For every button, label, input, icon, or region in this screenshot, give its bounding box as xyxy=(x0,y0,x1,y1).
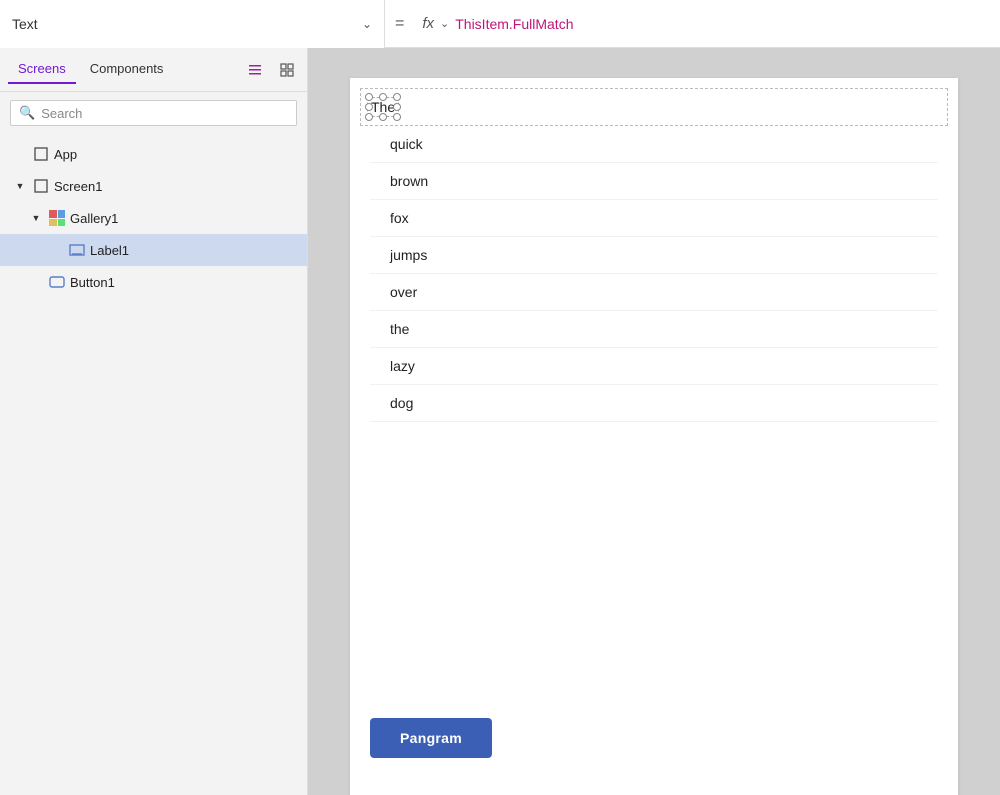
list-item: quick xyxy=(370,126,938,163)
gallery1-expand-icon: ▼ xyxy=(28,213,44,223)
formula-text: ThisItem.FullMatch xyxy=(455,16,573,32)
handle-ml[interactable] xyxy=(365,103,373,111)
tree-label-screen1: Screen1 xyxy=(54,179,102,194)
sidebar: Screens Components xyxy=(0,48,308,795)
top-bar: Text ⌄ = fx ⌄ ThisItem.FullMatch xyxy=(0,0,1000,48)
property-label: Text xyxy=(12,16,362,32)
list-item: jumps xyxy=(370,237,938,274)
grid-view-icon[interactable] xyxy=(275,58,299,82)
gallery-list: quick brown fox jumps over the lazy dog xyxy=(350,126,958,422)
list-view-icon[interactable] xyxy=(243,58,267,82)
first-gallery-item: The xyxy=(360,88,948,126)
tree: App ▼ Screen1 ▼ Gallery1 xyxy=(0,134,307,795)
screen1-icon xyxy=(32,177,50,195)
main-area: Screens Components xyxy=(0,48,1000,795)
property-dropdown[interactable]: Text ⌄ xyxy=(0,0,385,48)
label1-icon xyxy=(68,241,86,259)
tree-label-label1: Label1 xyxy=(90,243,129,258)
gallery1-icon xyxy=(48,209,66,227)
fx-chevron-icon: ⌄ xyxy=(440,17,449,30)
fx-icon: fx xyxy=(422,15,434,32)
screen1-expand-icon: ▼ xyxy=(12,181,28,191)
list-item: dog xyxy=(370,385,938,422)
list-item: over xyxy=(370,274,938,311)
tree-label-gallery1: Gallery1 xyxy=(70,211,118,226)
handle-tl[interactable] xyxy=(365,93,373,101)
formula-bar: fx ⌄ ThisItem.FullMatch xyxy=(414,15,1000,32)
selected-label-wrapper: The xyxy=(371,99,395,115)
search-input[interactable] xyxy=(41,106,288,121)
list-item: lazy xyxy=(370,348,938,385)
tree-item-label1[interactable]: Label1 xyxy=(0,234,307,266)
tab-icon-group xyxy=(243,58,299,82)
dropdown-arrow-icon: ⌄ xyxy=(362,17,372,31)
button1-icon xyxy=(48,273,66,291)
list-item: brown xyxy=(370,163,938,200)
canvas-frame: The quick brown fox xyxy=(350,78,958,795)
list-item: the xyxy=(370,311,938,348)
tab-components[interactable]: Components xyxy=(80,55,174,84)
pangram-button[interactable]: Pangram xyxy=(370,718,492,758)
equals-sign: = xyxy=(385,15,414,33)
tree-item-app[interactable]: App xyxy=(0,138,307,170)
tree-item-screen1[interactable]: ▼ Screen1 xyxy=(0,170,307,202)
search-icon: 🔍 xyxy=(19,105,35,121)
canvas-area: The quick brown fox xyxy=(308,48,1000,795)
tree-item-button1[interactable]: Button1 xyxy=(0,266,307,298)
handle-br[interactable] xyxy=(393,113,401,121)
app-icon xyxy=(32,145,50,163)
handle-bm[interactable] xyxy=(379,113,387,121)
handle-bl[interactable] xyxy=(365,113,373,121)
sidebar-tabs: Screens Components xyxy=(0,48,307,92)
handle-mr[interactable] xyxy=(393,103,401,111)
tree-label-button1: Button1 xyxy=(70,275,115,290)
tree-item-gallery1[interactable]: ▼ Gallery1 xyxy=(0,202,307,234)
tab-screens[interactable]: Screens xyxy=(8,55,76,84)
tree-label-app: App xyxy=(54,147,77,162)
handle-tr[interactable] xyxy=(393,93,401,101)
list-item: fox xyxy=(370,200,938,237)
search-box[interactable]: 🔍 xyxy=(10,100,297,126)
handle-tm[interactable] xyxy=(379,93,387,101)
